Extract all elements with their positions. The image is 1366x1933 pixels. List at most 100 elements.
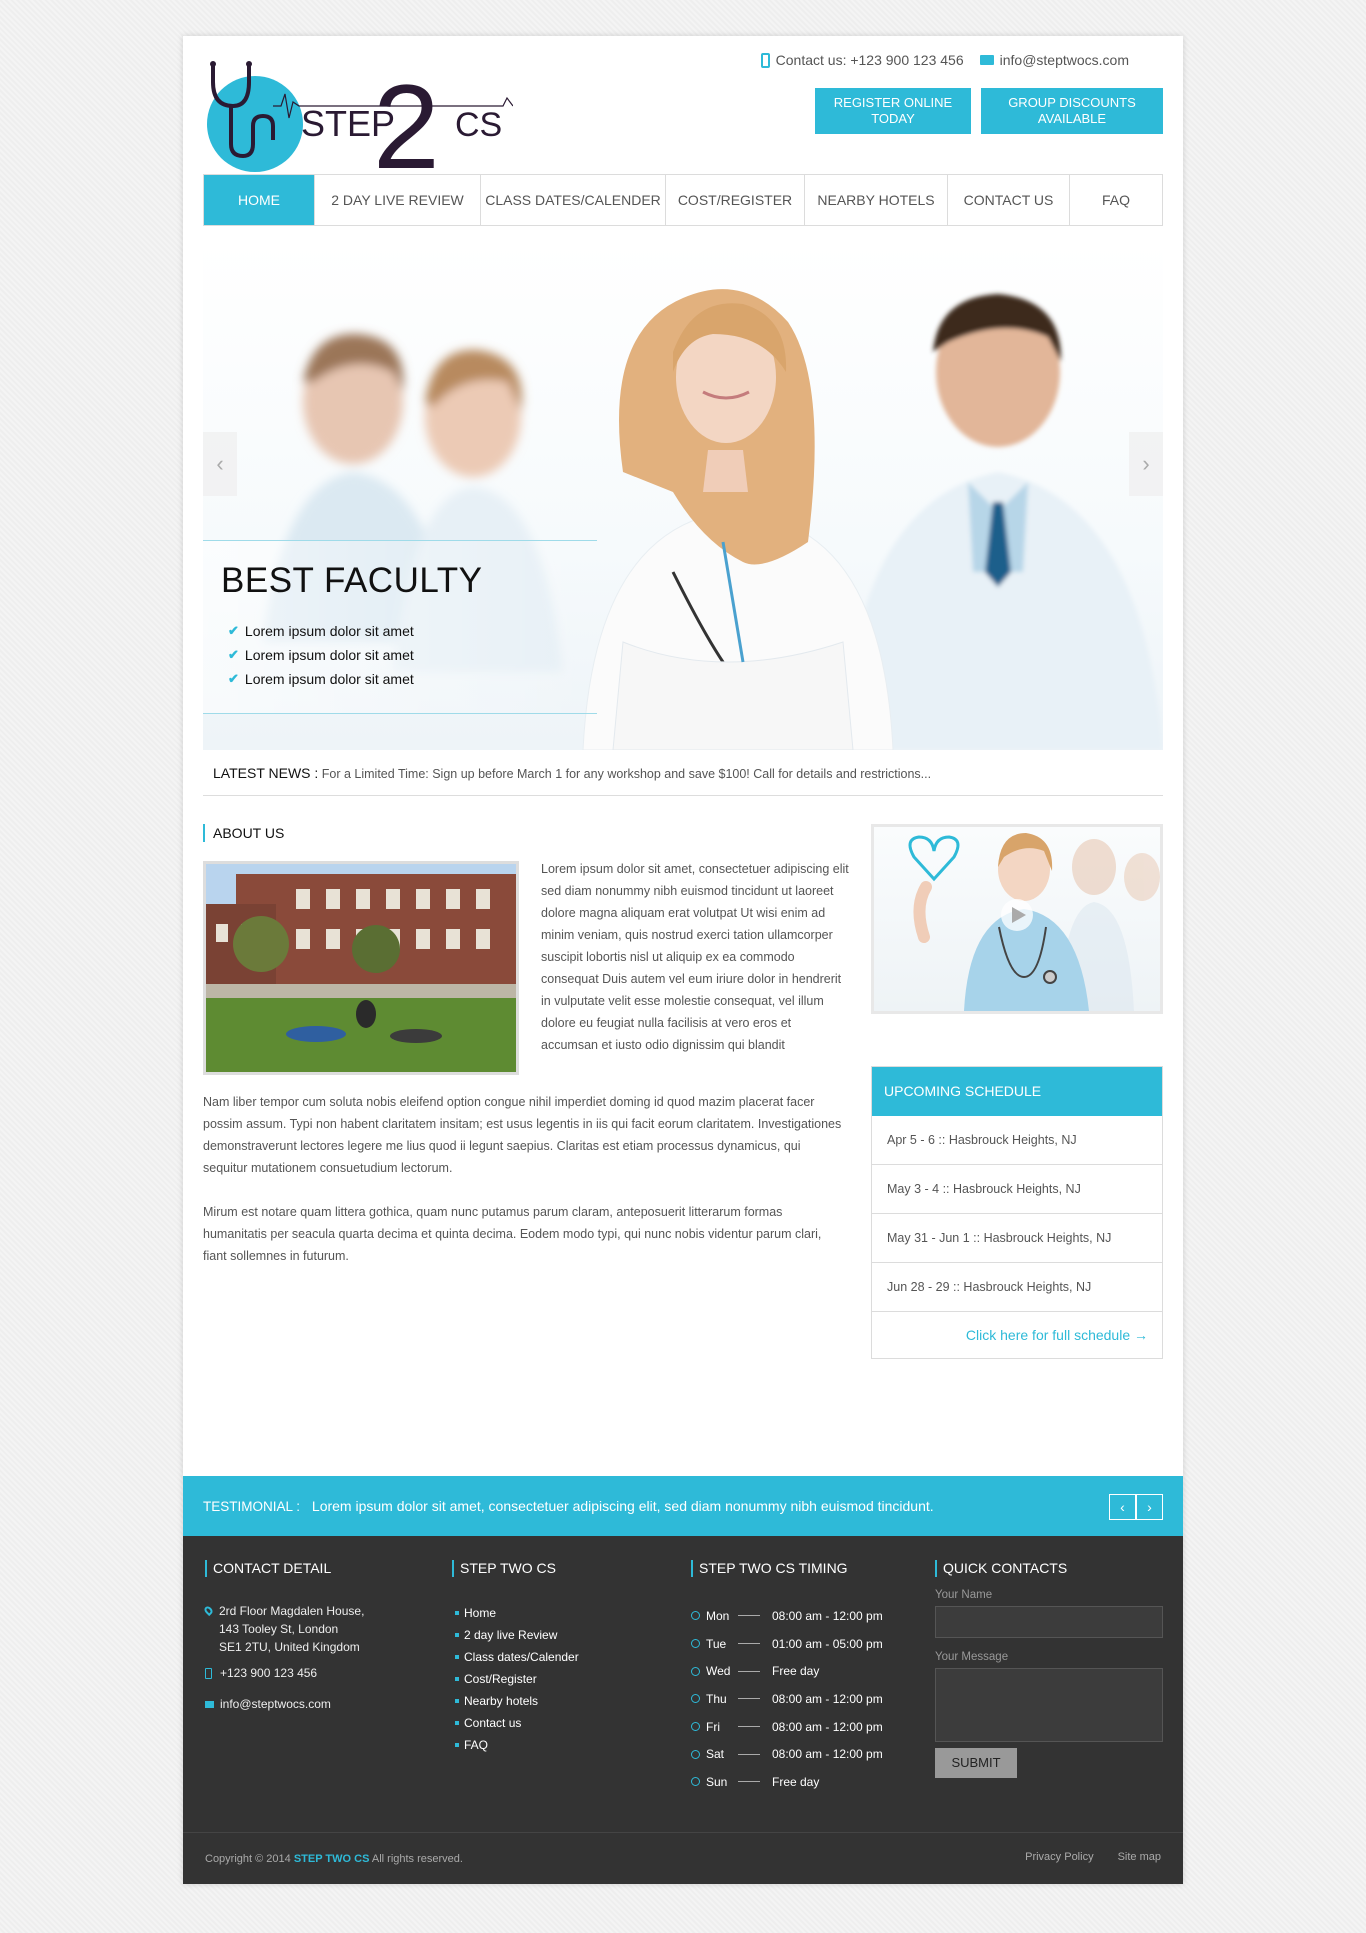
timing-row: Sat 08:00 am - 12:00 pm (691, 1740, 883, 1768)
timing-row: Sun Free day (691, 1768, 883, 1796)
timing-day: Mon (706, 1608, 730, 1623)
timing-day: Sat (706, 1747, 725, 1762)
header-phone-text: Contact us: +123 900 123 456 (775, 52, 964, 68)
svg-text:CS: CS (455, 106, 502, 144)
timing-row: Wed Free day (691, 1657, 883, 1685)
about-title: ABOUT US (203, 824, 284, 842)
about-paragraph-2: Nam liber tempor cum soluta nobis eleife… (203, 1095, 842, 1175)
testimonial-next-button[interactable]: › (1136, 1494, 1163, 1520)
footer-phone-text: +123 900 123 456 (220, 1666, 318, 1680)
hero-bullet: ✔ Lorem ipsum dolor sit amet (228, 619, 414, 643)
footer-link-faq[interactable]: FAQ (455, 1734, 579, 1756)
footer-legal-links: Privacy Policy Site map (1025, 1851, 1161, 1863)
register-online-button[interactable]: REGISTER ONLINE TODAY (815, 88, 971, 134)
header-email-text: info@steptwocs.com (999, 52, 1129, 68)
footer-phone[interactable]: +123 900 123 456 (205, 1664, 317, 1682)
clock-icon (691, 1749, 700, 1759)
address-line: 2rd Floor Magdalen House, (219, 1604, 365, 1618)
footer-email-text: info@steptwocs.com (220, 1697, 331, 1711)
testimonial-prev-button[interactable]: ‹ (1109, 1494, 1136, 1520)
footer-link-class-dates[interactable]: Class dates/Calender (455, 1646, 579, 1668)
footer-link-cost-register[interactable]: Cost/Register (455, 1668, 579, 1690)
nav-item-live-review[interactable]: 2 DAY LIVE REVIEW (315, 175, 481, 225)
divider (738, 1643, 760, 1645)
header-phone[interactable]: Contact us: +123 900 123 456 (760, 52, 964, 68)
footer-link-label: 2 day live Review (464, 1628, 558, 1642)
header-contact: Contact us: +123 900 123 456 info@steptw… (760, 52, 1129, 68)
name-label: Your Name (935, 1589, 993, 1601)
campus-image (203, 861, 519, 1075)
mail-icon (979, 55, 994, 65)
hero-bullet-text: Lorem ipsum dolor sit amet (244, 623, 414, 639)
timing-hours: 01:00 am - 05:00 pm (772, 1636, 883, 1651)
footer-link-label: FAQ (464, 1738, 489, 1752)
nav-item-cost-register[interactable]: COST/REGISTER (666, 175, 805, 225)
nav-item-faq[interactable]: FAQ (1070, 175, 1162, 225)
schedule-row[interactable]: May 3 - 4 :: Hasbrouck Heights, NJ (872, 1165, 1162, 1214)
footer-quick-title: QUICK CONTACTS (935, 1560, 1067, 1577)
footer-link-live-review[interactable]: 2 day live Review (455, 1624, 579, 1646)
nav-item-class-dates[interactable]: CLASS DATES/CALENDER (481, 175, 666, 225)
schedule-row[interactable]: May 31 - Jun 1 :: Hasbrouck Heights, NJ (872, 1214, 1162, 1263)
check-icon: ✔ (228, 671, 239, 686)
timing-day: Thu (706, 1691, 727, 1706)
full-schedule-link[interactable]: Click here for full schedule → (872, 1312, 1162, 1358)
message-input[interactable] (935, 1668, 1163, 1742)
schedule-title: UPCOMING SCHEDULE (872, 1067, 1162, 1116)
mail-icon (205, 1700, 214, 1708)
schedule-row[interactable]: Jun 28 - 29 :: Hasbrouck Heights, NJ (872, 1263, 1162, 1312)
news-text[interactable]: For a Limited Time: Sign up before March… (322, 767, 931, 781)
clock-icon (691, 1666, 700, 1676)
timing-day: Wed (706, 1664, 731, 1679)
privacy-policy-link[interactable]: Privacy Policy (1025, 1851, 1093, 1863)
hero-bullet-list: ✔ Lorem ipsum dolor sit amet ✔ Lorem ipsum… (228, 619, 414, 691)
schedule-row[interactable]: Apr 5 - 6 :: Hasbrouck Heights, NJ (872, 1116, 1162, 1165)
hero-next-button[interactable]: › (1129, 432, 1163, 496)
latest-news-bar: LATEST NEWS : For a Limited Time: Sign u… (203, 750, 1163, 796)
name-input[interactable] (935, 1606, 1163, 1638)
timing-row: Tue 01:00 am - 05:00 pm (691, 1630, 883, 1658)
timing-hours: 08:00 am - 12:00 pm (772, 1747, 883, 1762)
timing-hours: 08:00 am - 12:00 pm (772, 1608, 883, 1623)
hero-bullet-text: Lorem ipsum dolor sit amet (244, 671, 414, 687)
address-line: SE1 2TU, United Kingdom (219, 1640, 360, 1654)
divider (738, 1698, 760, 1700)
about-intro-text: Lorem ipsum dolor sit amet, consectetuer… (541, 862, 849, 1052)
submit-button[interactable]: SUBMIT (935, 1748, 1017, 1778)
footer-bottom: Copyright © 2014 STEP TWO CS All rights … (183, 1832, 1183, 1884)
nav-item-nearby-hotels[interactable]: NEARBY HOTELS (805, 175, 948, 225)
nav-item-contact-us[interactable]: CONTACT US (948, 175, 1070, 225)
hero-prev-button[interactable]: ‹ (203, 432, 237, 496)
footer-link-label: Class dates/Calender (464, 1650, 579, 1664)
footer-link-nearby-hotels[interactable]: Nearby hotels (455, 1690, 579, 1712)
footer-address: 2rd Floor Magdalen House, 143 Tooley St,… (202, 1602, 365, 1656)
timing-row: Mon 08:00 am - 12:00 pm (691, 1602, 883, 1630)
footer-link-label: Cost/Register (464, 1672, 537, 1686)
bullet-icon (455, 1633, 459, 1637)
bullet-icon (455, 1611, 459, 1615)
hero-slider: ‹ › BEST FACULTY ✔ Lorem ipsum dolor sit … (203, 242, 1163, 750)
timing-day: Tue (706, 1636, 727, 1651)
footer-link-label: Contact us (464, 1716, 522, 1730)
footer-links: Home 2 day live Review Class dates/Calen… (455, 1602, 579, 1756)
nav-item-home[interactable]: HOME (204, 175, 315, 225)
copyright-brand[interactable]: STEP TWO CS (294, 1853, 370, 1865)
phone-icon (205, 1667, 212, 1679)
main-nav: HOME 2 DAY LIVE REVIEW CLASS DATES/CALEN… (203, 174, 1163, 226)
phone-icon (760, 52, 770, 68)
video-thumbnail[interactable] (871, 824, 1163, 1014)
testimonial-controls: ‹ › (1109, 1494, 1163, 1520)
bullet-icon (455, 1743, 459, 1747)
timing-hours: Free day (772, 1774, 820, 1789)
timing-day: Sun (706, 1774, 728, 1789)
site-logo[interactable]: STEP 2 CS (203, 44, 514, 194)
testimonial-label: TESTIMONIAL : (203, 1499, 301, 1514)
footer-email[interactable]: info@steptwocs.com (205, 1695, 331, 1713)
clock-icon (691, 1722, 700, 1732)
footer-link-contact-us[interactable]: Contact us (455, 1712, 579, 1734)
footer-link-home[interactable]: Home (455, 1602, 579, 1624)
header-email[interactable]: info@steptwocs.com (979, 52, 1129, 68)
group-discounts-button[interactable]: GROUP DISCOUNTS AVAILABLE (981, 88, 1163, 134)
hero-title: BEST FACULTY (221, 561, 483, 600)
sitemap-link[interactable]: Site map (1118, 1851, 1161, 1863)
